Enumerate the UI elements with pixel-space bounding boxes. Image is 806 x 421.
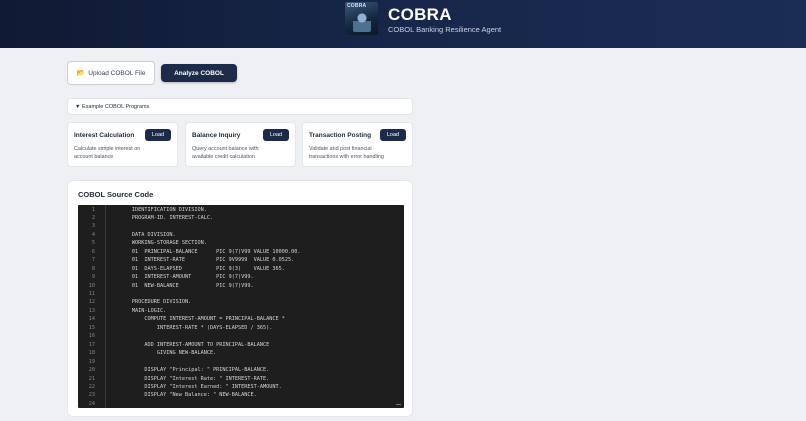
code-line: 13 MAIN-LOGIC. bbox=[78, 307, 404, 315]
line-number: 10 bbox=[88, 282, 95, 289]
code-line: 2 PROGRAM-ID. INTEREST-CALC. bbox=[78, 214, 404, 222]
example-card-balance-inquiry: Balance Inquiry Query account balance wi… bbox=[185, 122, 296, 167]
line-number: 8 bbox=[91, 265, 95, 272]
line-number: 13 bbox=[88, 307, 95, 314]
code-line: 23 DISPLAY "New Balance: " NEW-BALANCE. bbox=[78, 391, 404, 399]
code-line: 10 01 NEW-BALANCE PIC 9(7)V99. bbox=[78, 282, 404, 290]
upload-cobol-file-button[interactable]: 📂 Upload COBOL File bbox=[67, 61, 155, 85]
code-text: INTEREST-RATE * (DAYS-ELAPSED / 365). bbox=[110, 324, 273, 331]
cobra-logo: COBRA bbox=[345, 2, 378, 35]
code-text: GIVING NEW-BALANCE. bbox=[110, 350, 217, 357]
code-text: DISPLAY "Interest Rate: " INTEREST-RATE. bbox=[110, 375, 270, 382]
card-title: Interest Calculation bbox=[74, 132, 135, 139]
line-number: 12 bbox=[88, 299, 95, 306]
example-card-interest-calculation: Interest Calculation Calculate simple in… bbox=[67, 122, 178, 167]
code-line: 9 01 INTEREST-AMOUNT PIC 9(7)V99. bbox=[78, 273, 404, 281]
card-description: Validate and post financial transactions… bbox=[309, 146, 384, 160]
card-description: Query account balance with available cre… bbox=[192, 146, 259, 160]
code-line: 1 IDENTIFICATION DIVISION. bbox=[78, 206, 404, 214]
code-line: 7 01 INTEREST-RATE PIC 9V9999 VALUE 0.05… bbox=[78, 256, 404, 264]
line-number: 11 bbox=[88, 291, 95, 297]
code-text: PROGRAM-ID. INTEREST-CALC. bbox=[110, 214, 214, 221]
line-number: 20 bbox=[88, 367, 95, 374]
code-text: IDENTIFICATION DIVISION. bbox=[110, 206, 207, 213]
line-number: 14 bbox=[88, 316, 95, 323]
card-title: Transaction Posting bbox=[309, 132, 372, 139]
line-number: 4 bbox=[91, 231, 95, 238]
line-number: 3 bbox=[91, 223, 95, 230]
card-title: Balance Inquiry bbox=[192, 132, 241, 139]
source-title: COBOL Source Code bbox=[78, 190, 154, 199]
code-text: 01 PRINCIPAL-BALANCE PIC 9(7)V99 VALUE 1… bbox=[110, 248, 301, 255]
logo-wordmark: COBRA bbox=[347, 3, 367, 9]
example-programs-toggle[interactable]: ▼ Example COBOL Programs bbox=[67, 98, 413, 115]
code-text: DISPLAY "Interest Earned: " INTEREST-AMO… bbox=[110, 383, 282, 390]
code-text: 01 DAYS-ELAPSED PIC 9(3) VALUE 365. bbox=[110, 265, 285, 272]
code-line: 11 bbox=[78, 290, 404, 298]
code-text: DISPLAY "New Balance: " NEW-BALANCE. bbox=[110, 392, 257, 399]
code-text: 01 INTEREST-AMOUNT PIC 9(7)V99. bbox=[110, 274, 254, 281]
code-text: DATA DIVISION. bbox=[110, 231, 176, 238]
line-number: 21 bbox=[88, 375, 95, 382]
load-interest-calculation-button[interactable]: Load bbox=[145, 129, 171, 141]
code-text: 01 INTEREST-RATE PIC 9V9999 VALUE 0.0525… bbox=[110, 257, 295, 264]
example-programs-label: ▼ Example COBOL Programs bbox=[75, 103, 150, 110]
line-number: 7 bbox=[91, 257, 95, 264]
code-line: 22 DISPLAY "Interest Earned: " INTEREST-… bbox=[78, 383, 404, 391]
code-line: 3 bbox=[78, 222, 404, 230]
app-subtitle: COBOL Banking Resilience Agent bbox=[388, 25, 502, 34]
code-line: 6 01 PRINCIPAL-BALANCE PIC 9(7)V99 VALUE… bbox=[78, 248, 404, 256]
load-transaction-posting-button[interactable]: Load bbox=[380, 129, 406, 141]
code-line: 24 bbox=[78, 400, 404, 408]
code-text: ADD INTEREST-AMOUNT TO PRINCIPAL-BALANCE bbox=[110, 341, 270, 348]
line-number: 6 bbox=[91, 248, 95, 255]
line-number: 15 bbox=[88, 324, 95, 331]
line-number: 16 bbox=[88, 333, 95, 340]
line-number: 18 bbox=[88, 350, 95, 357]
code-text: MAIN-LOGIC. bbox=[110, 307, 167, 314]
logo-figure-icon bbox=[353, 12, 371, 32]
line-number: 5 bbox=[91, 240, 95, 247]
code-text: WORKING-STORAGE SECTION. bbox=[110, 240, 207, 247]
app-header: COBRA COBRA COBOL Banking Resilience Age… bbox=[0, 0, 806, 48]
line-number: 19 bbox=[88, 358, 95, 365]
code-text: PROCEDURE DIVISION. bbox=[110, 299, 192, 306]
code-line: 16 bbox=[78, 332, 404, 340]
line-number: 9 bbox=[91, 274, 95, 281]
analyze-cobol-button[interactable]: Analyze COBOL bbox=[161, 64, 237, 82]
cobol-code-editor[interactable]: 1 IDENTIFICATION DIVISION. 2 PROGRAM-ID. … bbox=[78, 205, 404, 408]
line-number: 17 bbox=[88, 341, 95, 348]
load-balance-inquiry-button[interactable]: Load bbox=[263, 129, 289, 141]
code-text: DISPLAY "Principal: " PRINCIPAL-BALANCE. bbox=[110, 367, 270, 374]
code-line: 12 PROCEDURE DIVISION. bbox=[78, 298, 404, 306]
example-card-transaction-posting: Transaction Posting Validate and post fi… bbox=[302, 122, 413, 167]
code-text: COMPUTE INTEREST-AMOUNT = PRINCIPAL-BALA… bbox=[110, 316, 285, 323]
code-line: 19 bbox=[78, 358, 404, 366]
line-number: 23 bbox=[88, 392, 95, 399]
code-line: 21 DISPLAY "Interest Rate: " INTEREST-RA… bbox=[78, 375, 404, 383]
code-line: 8 01 DAYS-ELAPSED PIC 9(3) VALUE 365. bbox=[78, 265, 404, 273]
line-number: 1 bbox=[91, 206, 95, 213]
code-line: 17 ADD INTEREST-AMOUNT TO PRINCIPAL-BALA… bbox=[78, 341, 404, 349]
code-line: 15 INTEREST-RATE * (DAYS-ELAPSED / 365). bbox=[78, 324, 404, 332]
upload-button-label: Upload COBOL File bbox=[88, 69, 146, 77]
code-line: 20 DISPLAY "Principal: " PRINCIPAL-BALAN… bbox=[78, 366, 404, 374]
card-description: Calculate simple interest on account bal… bbox=[74, 146, 141, 160]
app-title: COBRA bbox=[388, 5, 452, 24]
code-line: 14 COMPUTE INTEREST-AMOUNT = PRINCIPAL-B… bbox=[78, 315, 404, 323]
line-number: 22 bbox=[88, 383, 95, 390]
upload-icon: 📂 bbox=[76, 70, 86, 77]
cobol-source-panel: COBOL Source Code 1 IDENTIFICATION DIVIS… bbox=[67, 180, 413, 417]
line-number: 2 bbox=[91, 214, 95, 221]
code-line: 4 DATA DIVISION. bbox=[78, 231, 404, 239]
code-line: 18 GIVING NEW-BALANCE. bbox=[78, 349, 404, 357]
line-number: 24 bbox=[88, 400, 95, 407]
code-line: 5 WORKING-STORAGE SECTION. bbox=[78, 239, 404, 247]
code-text: 01 NEW-BALANCE PIC 9(7)V99. bbox=[110, 282, 254, 289]
